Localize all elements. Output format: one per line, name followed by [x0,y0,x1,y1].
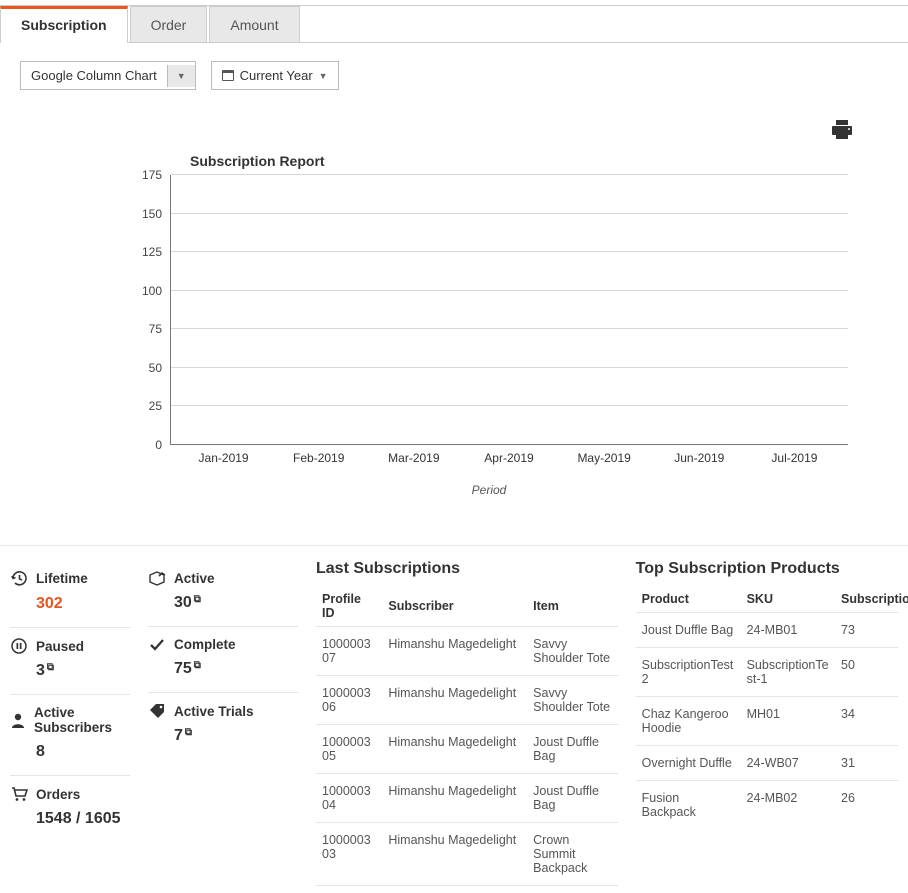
x-tick-label: Jun-2019 [652,451,747,465]
x-tick-label: Mar-2019 [366,451,461,465]
period-label: Current Year [240,68,313,83]
stat-active-subscribers[interactable]: Active Subscribers 8 [10,695,130,776]
print-icon [831,120,853,140]
last-subscriptions-panel: Last Subscriptions Profile ID Subscriber… [316,560,618,886]
top-products-panel: Top Subscription Products Product SKU Su… [636,560,898,829]
table-row[interactable]: 100000307Himanshu MagedelightSavvy Shoul… [316,627,618,676]
calendar-icon [222,70,234,81]
panel-title: Last Subscriptions [316,560,618,578]
y-tick-label: 150 [142,207,162,221]
stat-orders[interactable]: Orders 1548 / 1605 [10,776,130,842]
check-icon [148,638,166,652]
chevron-down-icon: ▼ [319,71,328,81]
x-tick-label: Jul-2019 [747,451,842,465]
table-row[interactable]: 100000303Himanshu MagedelightCrown Summi… [316,823,618,886]
x-tick-label: May-2019 [557,451,652,465]
table-row[interactable]: Overnight Duffle24-WB0731 [636,746,898,781]
y-tick-label: 100 [142,284,162,298]
history-icon [10,570,28,587]
table-row[interactable]: Joust Duffle Bag24-MB0173 [636,613,898,648]
external-link-icon: ⧉ [47,662,54,673]
user-icon [10,712,26,728]
table-row[interactable]: 100000304Himanshu MagedelightJoust Duffl… [316,774,618,823]
tab-amount[interactable]: Amount [209,6,299,42]
external-link-icon: ⧉ [185,727,192,738]
y-tick-label: 75 [149,322,162,336]
report-tabs: Subscription Order Amount [0,5,908,43]
last-subscriptions-table: Profile ID Subscriber Item 100000307Hima… [316,586,618,886]
tag-icon [148,703,166,719]
x-tick-label: Jan-2019 [176,451,271,465]
stat-active[interactable]: Active 30⧉ [148,560,298,627]
print-button[interactable] [831,120,853,143]
chart-controls: Google Column Chart ▼ Current Year ▼ [0,43,908,90]
stat-lifetime[interactable]: Lifetime 302 [10,560,130,628]
external-link-icon: ⧉ [194,660,201,671]
y-tick-label: 50 [149,361,162,375]
chart-title: Subscription Report [190,153,848,169]
table-row[interactable]: SubscriptionTest2SubscriptionTest-150 [636,648,898,697]
y-tick-label: 175 [142,168,162,182]
chevron-down-icon: ▼ [167,65,195,87]
stat-paused[interactable]: Paused 3⧉ [10,628,130,695]
x-tick-label: Feb-2019 [271,451,366,465]
table-row[interactable]: Fusion Backpack24-MB0226 [636,781,898,830]
x-axis-title: Period [130,483,848,497]
chart-type-label: Google Column Chart [21,62,167,89]
top-products-table: Product SKU Subscriptions Joust Duffle B… [636,586,898,829]
table-row[interactable]: 100000305Himanshu MagedelightJoust Duffl… [316,725,618,774]
subscription-chart: Subscription Report 0255075100125150175 … [0,143,908,497]
stat-active-trials[interactable]: Active Trials 7⧉ [148,693,298,759]
table-row[interactable]: Chaz Kangeroo HoodieMH0134 [636,697,898,746]
chart-type-select[interactable]: Google Column Chart ▼ [20,61,196,90]
table-row[interactable]: 100000306Himanshu MagedelightSavvy Shoul… [316,676,618,725]
stats-column-2: Active 30⧉ Complete 75⧉ Active Trials 7⧉ [148,560,298,759]
external-link-icon: ⧉ [194,594,201,605]
x-tick-label: Apr-2019 [461,451,556,465]
box-check-icon [148,570,166,586]
cart-icon [10,786,28,802]
stats-column-1: Lifetime 302 Paused 3⧉ Active Subscriber… [10,560,130,842]
tab-subscription[interactable]: Subscription [0,6,128,43]
stat-complete[interactable]: Complete 75⧉ [148,627,298,693]
y-tick-label: 0 [155,438,162,452]
pause-icon [10,638,28,654]
tab-order[interactable]: Order [130,6,208,42]
y-tick-label: 25 [149,399,162,413]
period-select[interactable]: Current Year ▼ [211,61,339,90]
panel-title: Top Subscription Products [636,560,898,578]
y-tick-label: 125 [142,245,162,259]
